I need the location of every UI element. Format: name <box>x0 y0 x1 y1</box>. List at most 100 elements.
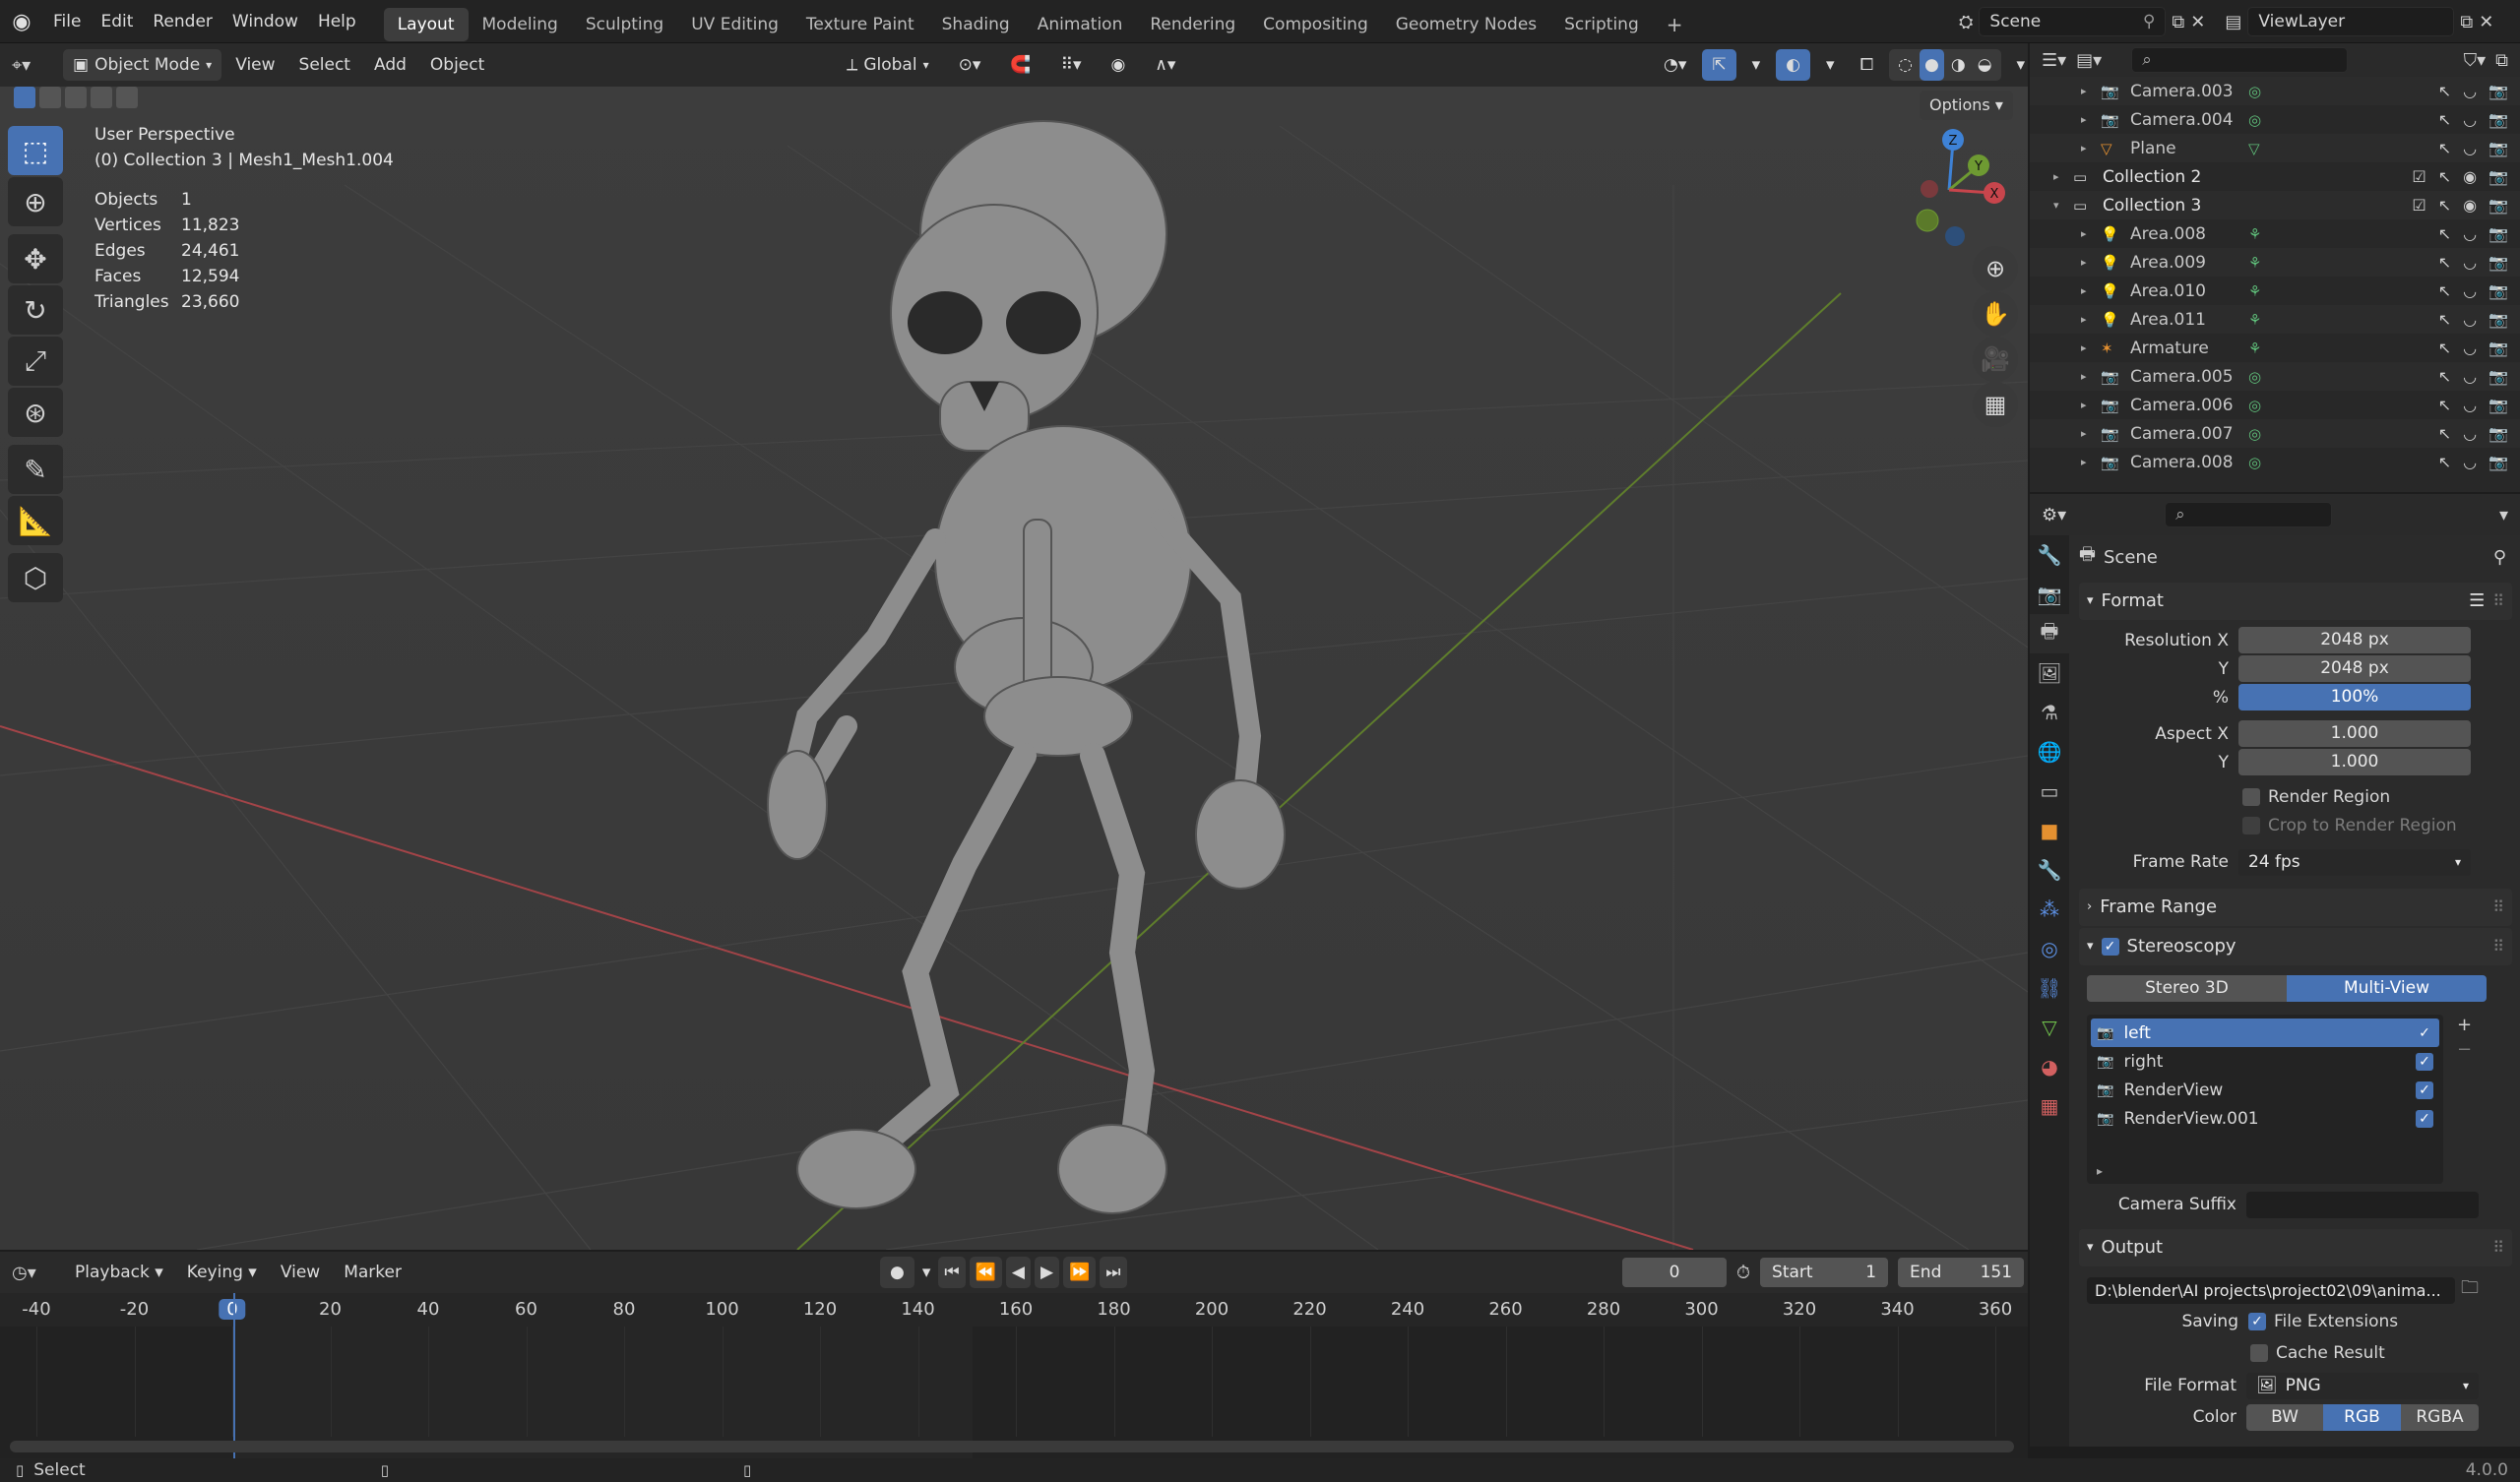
menu-help[interactable]: Help <box>308 0 366 43</box>
eye-closed-icon[interactable]: ◡ <box>2463 396 2477 414</box>
material-shading-icon[interactable]: ◑ <box>1946 49 1971 81</box>
select-toggle-icon[interactable]: ↖ <box>2438 367 2451 386</box>
select-toggle-icon[interactable]: ↖ <box>2438 396 2451 414</box>
tab-texture-paint[interactable]: Texture Paint <box>792 8 928 41</box>
material-tab-icon[interactable]: ◕ <box>2030 1047 2069 1086</box>
rotate-tool-icon[interactable]: ↻ <box>8 285 63 335</box>
armature-data-icon[interactable]: ⚘ <box>2248 340 2261 357</box>
outliner-row[interactable]: ▸ 💡 Area.010 ⚘ ↖ ◡ 📷 <box>2030 277 2520 305</box>
light-data-icon[interactable]: ⚘ <box>2248 225 2261 243</box>
render-camera-icon[interactable]: 📷 <box>2488 253 2508 272</box>
timeline-editor-icon[interactable]: ◷▾ <box>12 1263 61 1283</box>
folder-icon[interactable]: 🗀 <box>2461 1275 2479 1305</box>
outliner-row[interactable]: ▸ 💡 Area.009 ⚘ ↖ ◡ 📷 <box>2030 248 2520 277</box>
chevron-down-icon[interactable]: ▾ <box>2499 505 2508 525</box>
proportional-icon[interactable]: ◉ <box>1102 49 1136 81</box>
render-camera-icon[interactable]: 📷 <box>2488 281 2508 300</box>
view-enabled-checkbox[interactable]: ✓ <box>2416 1109 2433 1128</box>
play-reverse-icon[interactable]: ◀ <box>1005 1257 1031 1288</box>
overlay-dropdown-icon[interactable]: ▾ <box>1816 49 1845 81</box>
timeline-scrollbar[interactable] <box>10 1441 2014 1452</box>
new-collection-icon[interactable]: ⧉ <box>2495 50 2508 71</box>
file-extensions-checkbox[interactable]: ✓ <box>2248 1313 2266 1330</box>
transform-tool-icon[interactable]: ⊛ <box>8 388 63 437</box>
render-camera-icon[interactable]: 📷 <box>2488 110 2508 129</box>
overlay-toggle-icon[interactable]: ◐ <box>1776 49 1811 81</box>
tab-sculpting[interactable]: Sculpting <box>572 8 677 41</box>
delete-scene-icon[interactable]: ✕ <box>2190 12 2205 32</box>
render-camera-icon[interactable]: 📷 <box>2488 453 2508 471</box>
render-tab-icon[interactable]: 📷 <box>2030 575 2069 614</box>
file-format-dropdown[interactable]: 🖼 PNG ▾ <box>2246 1372 2479 1399</box>
outliner-row[interactable]: ▸ 💡 Area.008 ⚘ ↖ ◡ 📷 <box>2030 219 2520 248</box>
stopwatch-icon[interactable]: ⏱ <box>1736 1263 1750 1283</box>
tab-shading[interactable]: Shading <box>928 8 1024 41</box>
camera-data-icon[interactable]: ◎ <box>2248 368 2261 386</box>
particles-tab-icon[interactable]: ⁂ <box>2030 890 2069 929</box>
wireframe-shading-icon[interactable]: ◌ <box>1893 49 1918 81</box>
delete-view-layer-icon[interactable]: ✕ <box>2479 12 2493 32</box>
resolution-percent-slider[interactable]: 100% <box>2238 684 2471 710</box>
render-camera-icon[interactable]: 📷 <box>2488 396 2508 414</box>
menu-window[interactable]: Window <box>222 0 308 43</box>
list-expand-icon[interactable]: ▸ <box>2097 1164 2439 1178</box>
select-box-tool-icon[interactable]: ⬚ <box>8 126 63 175</box>
stereo-3d-button[interactable]: Stereo 3D <box>2087 974 2287 1002</box>
render-camera-icon[interactable]: 📷 <box>2488 367 2508 386</box>
presets-icon[interactable]: ☰ <box>2469 583 2485 620</box>
display-mode-icon[interactable]: ▤▾ <box>2076 50 2102 71</box>
view-list-item[interactable]: 📷 RenderView.001 ✓ <box>2091 1104 2439 1133</box>
scene-icon[interactable]: ⛭ <box>1959 12 1973 32</box>
camera-data-icon[interactable]: ◎ <box>2248 83 2261 100</box>
menu-edit[interactable]: Edit <box>91 0 143 43</box>
mesh-data-icon[interactable]: ▽ <box>2248 140 2260 157</box>
snap-target-icon[interactable]: ⠿▾ <box>1051 49 1092 81</box>
add-view-button[interactable]: + <box>2457 1015 2472 1035</box>
options-dropdown[interactable]: Options ▾ <box>1920 91 2013 120</box>
include-checkbox-icon[interactable]: ☑ <box>2412 196 2426 215</box>
eye-closed-icon[interactable]: ◡ <box>2463 253 2477 272</box>
resolution-x-field[interactable]: 2048 px <box>2238 627 2471 653</box>
chevron-right-icon[interactable]: ▸ <box>2081 399 2095 411</box>
current-frame-field[interactable]: 0 <box>1622 1258 1727 1287</box>
menu-object[interactable]: Object <box>420 49 494 81</box>
gizmo-toggle-icon[interactable]: ⇱ <box>1702 49 1736 81</box>
crop-region-checkbox[interactable] <box>2242 816 2260 834</box>
select-mode-subtract-icon[interactable] <box>65 87 87 108</box>
select-toggle-icon[interactable]: ↖ <box>2438 110 2451 129</box>
menu-keying[interactable]: Keying ▾ <box>177 1257 267 1288</box>
snap-icon[interactable]: 🧲 <box>1000 49 1040 81</box>
render-camera-icon[interactable]: 📷 <box>2488 424 2508 443</box>
view-list-item[interactable]: 📷 RenderView ✓ <box>2091 1076 2439 1104</box>
rendered-shading-icon[interactable]: ◒ <box>1973 49 1997 81</box>
timeline-ruler[interactable]: -40 -20 0 20 40 60 80 100 120 140 160 180 200 220 240 2… <box>0 1293 2028 1327</box>
eye-closed-icon[interactable]: ◡ <box>2463 82 2477 100</box>
tab-layout[interactable]: Layout <box>383 7 469 41</box>
eye-closed-icon[interactable]: ◡ <box>2463 453 2477 471</box>
color-bw-button[interactable]: BW <box>2246 1403 2323 1431</box>
tab-compositing[interactable]: Compositing <box>1249 8 1382 41</box>
select-toggle-icon[interactable]: ↖ <box>2438 224 2451 243</box>
outliner-row[interactable]: ▸ 📷 Camera.007 ◎ ↖ ◡ 📷 <box>2030 419 2520 448</box>
visibility-icon[interactable]: ◔▾ <box>1654 49 1696 81</box>
stereoscopy-panel-header[interactable]: ▾ ✓ Stereoscopy ⠿ <box>2079 928 2512 965</box>
object-tab-icon[interactable]: ■ <box>2030 811 2069 850</box>
aspect-x-field[interactable]: 1.000 <box>2238 720 2471 747</box>
annotate-tool-icon[interactable]: ✎ <box>8 445 63 494</box>
add-workspace-button[interactable]: + <box>1653 8 1697 41</box>
outliner-row[interactable]: ▸ ▽ Plane ▽ ↖ ◡ 📷 <box>2030 134 2520 162</box>
select-toggle-icon[interactable]: ↖ <box>2438 196 2451 215</box>
drag-handle-icon[interactable]: ⠿ <box>2492 928 2504 965</box>
world-tab-icon[interactable]: 🌐 <box>2030 732 2069 772</box>
view-list-item[interactable]: 📷 right ✓ <box>2091 1047 2439 1076</box>
view-enabled-checkbox[interactable]: ✓ <box>2416 1023 2433 1042</box>
select-toggle-icon[interactable]: ↖ <box>2438 167 2451 186</box>
menu-select[interactable]: Select <box>289 49 360 81</box>
select-toggle-icon[interactable]: ↖ <box>2438 424 2451 443</box>
eye-closed-icon[interactable]: ◡ <box>2463 139 2477 157</box>
light-data-icon[interactable]: ⚘ <box>2248 282 2261 300</box>
chevron-right-icon[interactable]: ▸ <box>2081 284 2095 297</box>
tab-uv-editing[interactable]: UV Editing <box>677 8 792 41</box>
navigation-gizmo[interactable]: Z Y X <box>1890 126 2008 254</box>
menu-view[interactable]: View <box>225 49 284 81</box>
